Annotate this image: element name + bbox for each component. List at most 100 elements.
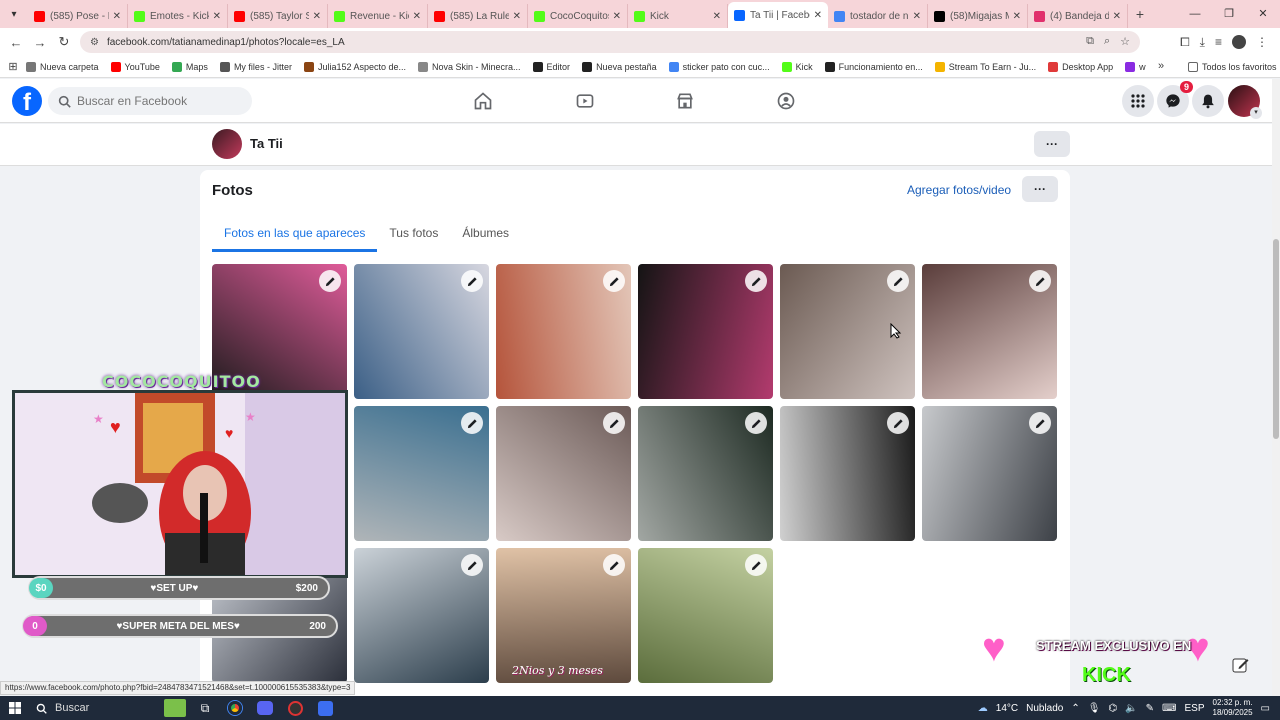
browser-tab[interactable]: tostador de ni ✕	[828, 4, 928, 28]
browser-tab[interactable]: CocoCoquitos ✕	[528, 4, 628, 28]
tab-close-icon[interactable]: ✕	[913, 11, 921, 22]
edit-pencil-icon[interactable]	[1029, 270, 1051, 292]
tab-close-icon[interactable]: ✕	[513, 11, 521, 22]
bookmark-item[interactable]: Desktop App	[1048, 61, 1113, 72]
edit-pencil-icon[interactable]	[745, 554, 767, 576]
tab-close-icon[interactable]: ✕	[713, 11, 721, 22]
bookmark-item[interactable]: Nueva carpeta	[26, 61, 99, 72]
profile-name[interactable]: Ta Tii	[250, 136, 283, 151]
browser-tab[interactable]: (58)Migajas M ✕	[928, 4, 1028, 28]
account-avatar[interactable]: ▾	[1228, 85, 1262, 119]
tab-close-icon[interactable]: ✕	[313, 11, 321, 22]
edit-pencil-icon[interactable]	[745, 412, 767, 434]
messenger-button[interactable]: 9	[1157, 81, 1193, 117]
browser-tab[interactable]: Ta Tii | Faceboo ✕	[728, 2, 828, 28]
search-input[interactable]	[77, 94, 237, 108]
bookmark-item[interactable]: Stream To Earn - Ju...	[934, 61, 1036, 72]
weather-temp[interactable]: 14°C	[996, 703, 1018, 714]
edit-pencil-icon[interactable]	[461, 412, 483, 434]
weather-desc[interactable]: Nublado	[1026, 703, 1063, 714]
windows-start-icon[interactable]	[0, 702, 30, 714]
pen-icon[interactable]: ✎	[1146, 703, 1154, 714]
browser-tab[interactable]: Emotes - Kick ✕	[128, 4, 228, 28]
omnibox[interactable]: ⚙ facebook.com/tatianamedinap1/photos?lo…	[80, 31, 1140, 53]
page-scrollbar[interactable]	[1272, 79, 1280, 696]
volume-icon[interactable]: 🔈	[1125, 703, 1137, 714]
browser-tab[interactable]: (585) La Ruleta ✕	[428, 4, 528, 28]
edit-pencil-icon[interactable]	[887, 270, 909, 292]
photo-thumbnail[interactable]	[638, 264, 773, 399]
tab-close-icon[interactable]: ✕	[1113, 11, 1121, 22]
menu-grid-button[interactable]	[1122, 85, 1154, 117]
language-indicator[interactable]: ESP	[1184, 703, 1204, 714]
notification-center-icon[interactable]: ▭	[1261, 703, 1270, 714]
bookmark-item[interactable]: w	[1125, 61, 1146, 72]
bookmark-item[interactable]: Funcionamiento en...	[824, 61, 923, 72]
bookmark-item[interactable]: Maps	[171, 61, 208, 72]
add-photos-link[interactable]: Agregar fotos/video	[907, 183, 1011, 197]
notifications-button[interactable]	[1192, 85, 1224, 117]
bookmark-item[interactable]: YouTube	[110, 61, 160, 72]
app-taskbar-icon[interactable]	[310, 696, 340, 720]
close-window-icon[interactable]: ✕	[1246, 0, 1280, 28]
bookmark-item[interactable]: Nueva pestaña	[582, 61, 657, 72]
edit-pencil-icon[interactable]	[745, 270, 767, 292]
edit-pencil-icon[interactable]	[461, 554, 483, 576]
facebook-search[interactable]	[48, 87, 252, 115]
browser-tab[interactable]: (4) Bandeja de ✕	[1028, 4, 1128, 28]
microphone-icon[interactable]: 🎙	[1088, 703, 1101, 714]
browser-tab[interactable]: Kick ✕	[628, 4, 728, 28]
edit-pencil-icon[interactable]	[603, 270, 625, 292]
scrollbar-thumb[interactable]	[1273, 239, 1279, 439]
forward-arrow-icon[interactable]: →	[28, 35, 52, 50]
edit-pencil-icon[interactable]	[1029, 412, 1051, 434]
tab-close-icon[interactable]: ✕	[814, 10, 822, 21]
photo-thumbnail[interactable]	[496, 406, 631, 541]
profile-avatar-icon[interactable]	[1232, 35, 1246, 49]
download-icon[interactable]: ⤓	[1200, 35, 1205, 50]
marketplace-icon[interactable]	[673, 89, 697, 113]
chrome-taskbar-icon[interactable]	[220, 696, 250, 720]
home-icon[interactable]	[471, 89, 495, 113]
back-arrow-icon[interactable]: ←	[4, 35, 28, 50]
bookmark-item[interactable]: Julia152 Aspecto de...	[303, 61, 406, 72]
bookmark-item[interactable]: sticker pato con cuc...	[668, 61, 770, 72]
bookmark-item[interactable]: My files - Jitter	[219, 61, 292, 72]
bookmark-star-icon[interactable]: ☆	[1120, 35, 1130, 48]
bookmark-item[interactable]: Nova Skin - Minecra...	[418, 61, 521, 72]
task-view-icon[interactable]: ⧉	[190, 696, 220, 720]
restore-icon[interactable]: ❐	[1212, 0, 1246, 28]
edit-pencil-icon[interactable]	[603, 554, 625, 576]
tab-close-icon[interactable]: ✕	[1013, 11, 1021, 22]
tab-close-icon[interactable]: ✕	[613, 11, 621, 22]
photo-thumbnail[interactable]	[922, 264, 1057, 399]
tray-chevron-icon[interactable]: ⌃	[1071, 703, 1079, 714]
browser-tab[interactable]: (585) Pose - Dr ✕	[28, 4, 128, 28]
url-text[interactable]: facebook.com/tatianamedinap1/photos?loca…	[107, 37, 345, 48]
clock[interactable]: 02:32 p. m. 18/09/2025	[1213, 698, 1253, 718]
network-icon[interactable]: ⌬	[1108, 703, 1117, 714]
install-app-icon[interactable]: ⧉	[1086, 35, 1094, 48]
photo-thumbnail[interactable]	[780, 406, 915, 541]
browser-tab[interactable]: (585) Taylor Sw ✕	[228, 4, 328, 28]
new-tab-button[interactable]: +	[1128, 6, 1152, 22]
all-favorites-folder[interactable]: Todos los favoritos	[1188, 62, 1277, 72]
taskbar-search[interactable]: Buscar	[30, 698, 160, 718]
photo-thumbnail[interactable]	[354, 264, 489, 399]
edit-pencil-icon[interactable]	[461, 270, 483, 292]
groups-icon[interactable]	[774, 89, 798, 113]
media-control-icon[interactable]: ≡	[1215, 35, 1222, 49]
reload-icon[interactable]: ↻	[52, 34, 76, 50]
keyboard-icon[interactable]: ⌨	[1162, 703, 1176, 714]
tab-close-icon[interactable]: ✕	[413, 11, 421, 22]
tab-albums[interactable]: Álbumes	[450, 218, 521, 252]
video-icon[interactable]	[573, 89, 597, 113]
edit-pencil-icon[interactable]	[603, 412, 625, 434]
zoom-icon[interactable]: ⌕	[1104, 35, 1110, 48]
tab-your-photos[interactable]: Tus fotos	[377, 218, 450, 252]
bookmark-item[interactable]: Kick	[781, 61, 813, 72]
photo-thumbnail[interactable]: 2Nios y 3 meses	[496, 548, 631, 683]
profile-more-button[interactable]: ···	[1034, 131, 1070, 157]
bookmarks-overflow-icon[interactable]: »	[1158, 60, 1164, 72]
discord-taskbar-icon[interactable]	[250, 696, 280, 720]
